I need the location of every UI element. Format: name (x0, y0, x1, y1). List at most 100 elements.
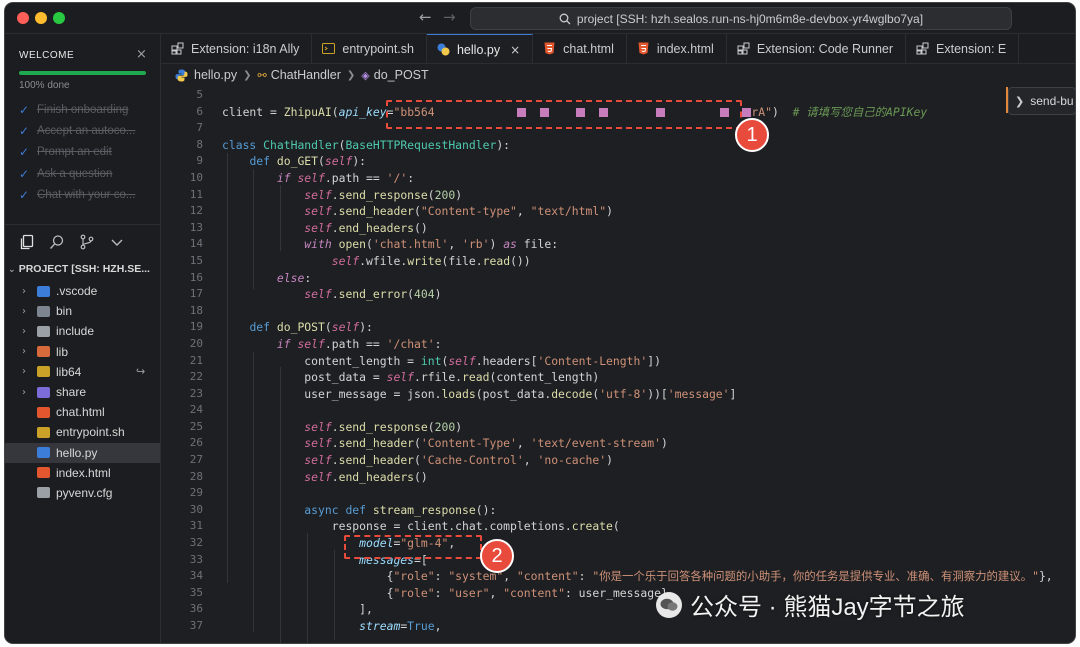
code-line: self.end_headers() (304, 220, 428, 235)
tab-label: hello.py (456, 42, 501, 57)
line-number: 26 (189, 436, 203, 450)
tree-file[interactable]: chat.html (5, 402, 160, 422)
code-line: {"role": "system", "content": "你是一个乐于回答各… (222, 569, 1053, 584)
tree-folder[interactable]: › lib (5, 342, 160, 362)
tab-chat-html[interactable]: chat.html (533, 34, 627, 63)
onboarding-step[interactable]: ✓ Chat with your co... (19, 185, 154, 206)
method-icon: ◈ (361, 68, 370, 82)
progress-text: 100% done (19, 80, 70, 91)
line-number: 14 (189, 237, 203, 251)
line-number: 21 (189, 353, 203, 367)
line-number: 29 (189, 486, 203, 500)
line-number: 19 (189, 320, 203, 334)
code-line: self.send_response(200) (304, 419, 463, 434)
line-number: 35 (189, 585, 203, 599)
explorer-icon[interactable] (19, 234, 35, 250)
line-number: 18 (189, 303, 203, 317)
title-bar: ← → project [SSH: hzh.sealos.run-ns-hj0m… (5, 3, 1075, 34)
tree-file[interactable]: hello.py (5, 442, 160, 463)
line-number: 32 (189, 536, 203, 550)
send-button[interactable]: ❯ send-bu (1008, 87, 1076, 115)
line-number: 12 (189, 204, 203, 218)
tree-file[interactable]: index.html (5, 463, 160, 483)
line-number: 6 (196, 104, 203, 118)
tree-folder[interactable]: › include (5, 321, 160, 341)
code-editor[interactable]: 5 6 7 8 9 10 11 12 13 14 15 16 17 18 19 20 21 22 23 24 25 26 2… (161, 87, 1075, 643)
tab-extension-e[interactable]: Extension: E (906, 34, 1020, 63)
tree-file[interactable]: entrypoint.sh (5, 422, 160, 442)
tab-extension-code-runner[interactable]: Extension: Code Runner (727, 34, 907, 63)
line-number: 17 (189, 287, 203, 301)
folder-icon (37, 386, 50, 398)
folder-icon (37, 325, 50, 337)
model-highlight (344, 535, 482, 559)
breadcrumb-method[interactable]: do_POST (374, 68, 429, 82)
tab-index-html[interactable]: index.html (627, 34, 727, 63)
tab-label: index.html (656, 41, 714, 56)
chevron-right-icon: ❯ (346, 69, 356, 81)
chevron-down-icon[interactable] (109, 234, 125, 250)
tree-folder[interactable]: › bin (5, 301, 160, 321)
line-number: 22 (189, 370, 203, 384)
code-line: content_length = int(self.headers['Conte… (222, 353, 661, 368)
project-header[interactable]: ⌄ PROJECT [SSH: HZH.SE... (8, 263, 150, 275)
tab-label: Extension: Code Runner (756, 41, 894, 56)
api-key-highlight (386, 100, 742, 129)
onboarding-step[interactable]: ✓ Prompt an edit (19, 142, 154, 163)
code-line: self.wfile.write(file.read()) (331, 253, 531, 268)
search-icon[interactable] (49, 234, 65, 250)
extension-icon (916, 42, 929, 55)
breadcrumb-class[interactable]: ChatHandler (271, 68, 341, 82)
project-label: PROJECT [SSH: HZH.SE... (18, 263, 150, 275)
onboarding-step[interactable]: ✓ Accept an autoco... (19, 120, 154, 141)
tree-folder[interactable]: › .vscode (5, 281, 160, 301)
line-number: 11 (189, 187, 203, 201)
code-line: with open('chat.html', 'rb') as file: (304, 237, 559, 252)
python-icon (175, 69, 188, 81)
tab-extension-i18n-ally[interactable]: Extension: i18n Ally (161, 34, 313, 63)
send-button-label: send-bu (1030, 94, 1074, 108)
forward-arrow-icon[interactable]: → (443, 8, 456, 26)
breadcrumb-file[interactable]: hello.py (194, 68, 237, 82)
line-number: 27 (189, 453, 203, 467)
onboarding-step[interactable]: ✓ Ask a question (19, 163, 154, 184)
onboarding-steps: ✓ Finish onboarding ✓ Accept an autoco... ✓ P… (19, 99, 154, 206)
code-line: def do_GET(self): (249, 154, 367, 169)
line-number: 16 (189, 270, 203, 284)
line-number: 13 (189, 220, 203, 234)
file-icon (37, 487, 50, 499)
symlink-icon: ↪ (136, 365, 146, 379)
line-number: 24 (189, 403, 203, 417)
minimize-window-button[interactable] (35, 12, 47, 24)
code-line: user_message = json.loads(post_data.deco… (222, 386, 737, 401)
back-arrow-icon[interactable]: ← (419, 8, 432, 26)
line-number: 5 (196, 88, 203, 101)
tab-entrypoint-sh[interactable]: entrypoint.sh (312, 34, 427, 63)
code-line: if self.path == '/': (276, 170, 415, 185)
close-icon[interactable]: × (136, 47, 147, 62)
tree-item-label: index.html (56, 465, 111, 480)
python-icon (437, 43, 450, 56)
code-line: if self.path == '/chat': (276, 336, 442, 351)
folder-icon (37, 285, 50, 297)
code-line: async def stream_response(): (304, 502, 497, 517)
tree-folder[interactable]: › share (5, 382, 160, 402)
maximize-window-button[interactable] (53, 12, 65, 24)
tree-folder[interactable]: › lib64 ↪ (5, 362, 160, 382)
onboarding-step-label: Ask a question (37, 167, 113, 180)
close-window-button[interactable] (17, 12, 29, 24)
close-icon[interactable]: × (510, 43, 520, 57)
check-icon: ✓ (19, 145, 30, 160)
tree-file[interactable]: pyvenv.cfg (5, 483, 160, 503)
html5-icon (637, 42, 650, 55)
watermark: 公众号 · 熊猫Jay字节之旅 (656, 587, 965, 622)
source-control-icon[interactable] (79, 234, 95, 250)
command-center-search[interactable]: project [SSH: hzh.sealos.run-ns-hj0m6m8e… (470, 7, 1012, 30)
onboarding-step-label: Accept an autoco... (37, 125, 136, 138)
folder-icon (37, 346, 50, 358)
tab-hello-py[interactable]: hello.py × (426, 34, 534, 63)
onboarding-step[interactable]: ✓ Finish onboarding (19, 99, 154, 120)
